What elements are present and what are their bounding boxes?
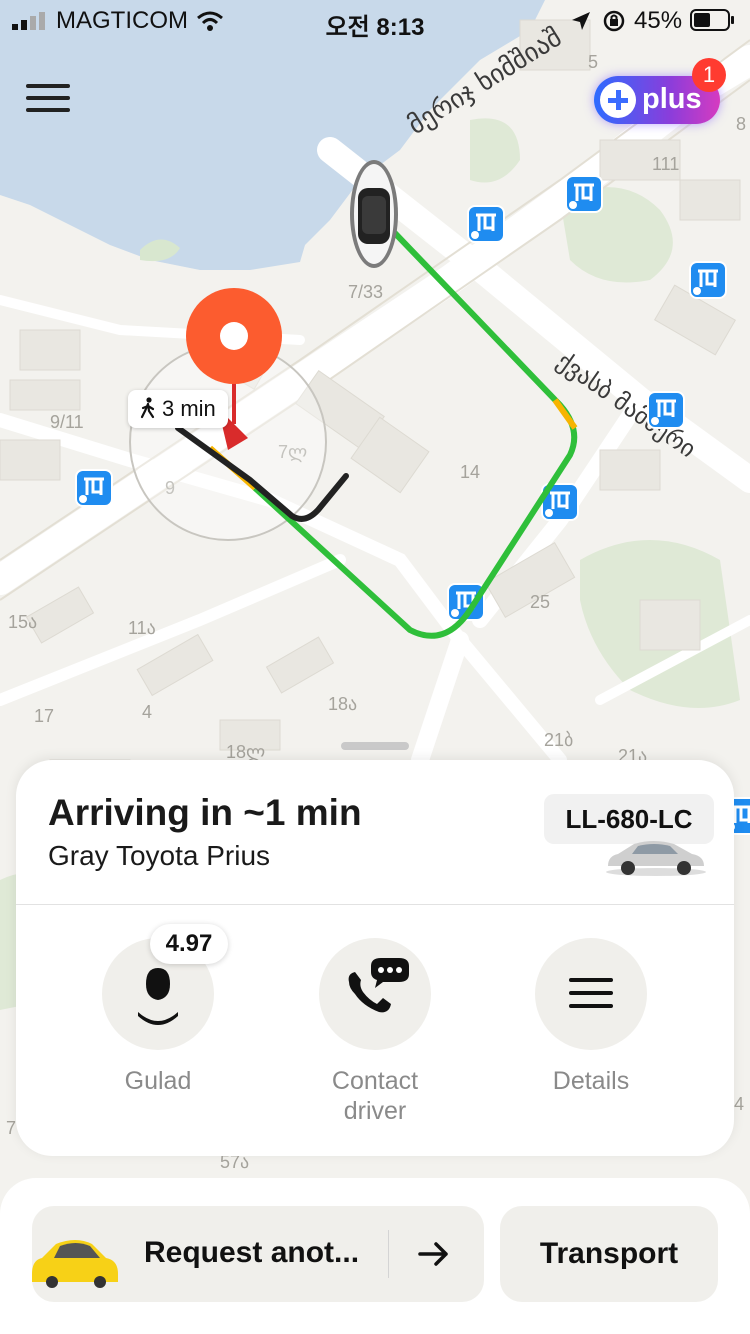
menu-lines-icon: [569, 978, 613, 1008]
house-number: 111: [652, 154, 679, 174]
car-description: Gray Toyota Prius: [48, 840, 271, 871]
driver-rating: 4.97: [150, 924, 228, 964]
sheet-drag-handle[interactable]: [341, 742, 409, 750]
house-number: 7/33: [348, 282, 383, 302]
phone-chat-icon: [348, 958, 409, 1013]
house-number: 15ა: [8, 612, 37, 632]
details-button[interactable]: Details: [521, 938, 661, 1096]
plus-label: plus: [642, 83, 702, 115]
house-number: 4: [142, 702, 152, 722]
status-bar: MAGTICOM 오전 8:13 45%: [0, 0, 750, 41]
taxi-car-icon: [32, 1240, 118, 1288]
request-another-label: Request anot...: [144, 1236, 360, 1269]
bus-stop-icon: [75, 469, 113, 507]
bus-stop-icon: [467, 205, 505, 243]
walk-time: 3 min: [162, 396, 216, 421]
house-number: 21ბ: [544, 730, 573, 750]
notification-badge: 1: [692, 58, 726, 92]
card-divider: [16, 904, 734, 905]
ride-status-card: Arriving in ~1 min Gray Toyota Prius LL-…: [16, 760, 734, 1156]
menu-button[interactable]: [26, 76, 86, 124]
car-on-map-icon: [350, 160, 398, 268]
house-number: 14: [460, 462, 480, 482]
hamburger-icon: [26, 84, 70, 88]
house-number: 7: [6, 1118, 16, 1138]
house-number: 18ა: [328, 694, 357, 714]
house-number: 5: [588, 52, 598, 72]
house-number: 17: [34, 706, 54, 726]
arrival-title: Arriving in ~1 min: [48, 792, 362, 833]
house-number: 8: [736, 114, 746, 134]
battery-percent: 45%: [634, 7, 683, 34]
house-number: 4: [734, 1094, 744, 1114]
bus-stop-icon: [647, 391, 685, 429]
house-number: 25: [530, 592, 550, 612]
contact-circle: [319, 938, 431, 1050]
button-separator: [388, 1230, 389, 1278]
request-another-button[interactable]: Request anot...: [32, 1206, 484, 1302]
house-number: 9/11: [50, 412, 84, 432]
contact-driver-button[interactable]: Contact driver: [305, 938, 445, 1126]
walking-person-icon: [140, 397, 155, 419]
walk-time-chip: 3 min: [128, 390, 228, 428]
contact-driver-label: Contact driver: [331, 1067, 419, 1125]
details-label: Details: [552, 1067, 630, 1095]
bus-stop-icon: [565, 175, 603, 213]
plus-logo-icon: [600, 82, 636, 118]
rotation-lock-icon: [603, 10, 625, 32]
car-thumbnail-icon: [606, 841, 706, 876]
bottom-bar: Request anot... Transport: [0, 1178, 750, 1334]
bus-stop-icon: [689, 261, 727, 299]
house-number: 11ა: [128, 618, 156, 638]
location-arrow-icon: [572, 12, 590, 30]
driver-name: Gulad: [124, 1067, 192, 1095]
battery-icon: [690, 9, 734, 31]
arrow-right-icon: [418, 1242, 448, 1266]
transport-button[interactable]: Transport: [500, 1206, 718, 1302]
details-circle: [535, 938, 647, 1050]
plus-button[interactable]: plus 1: [594, 58, 726, 124]
